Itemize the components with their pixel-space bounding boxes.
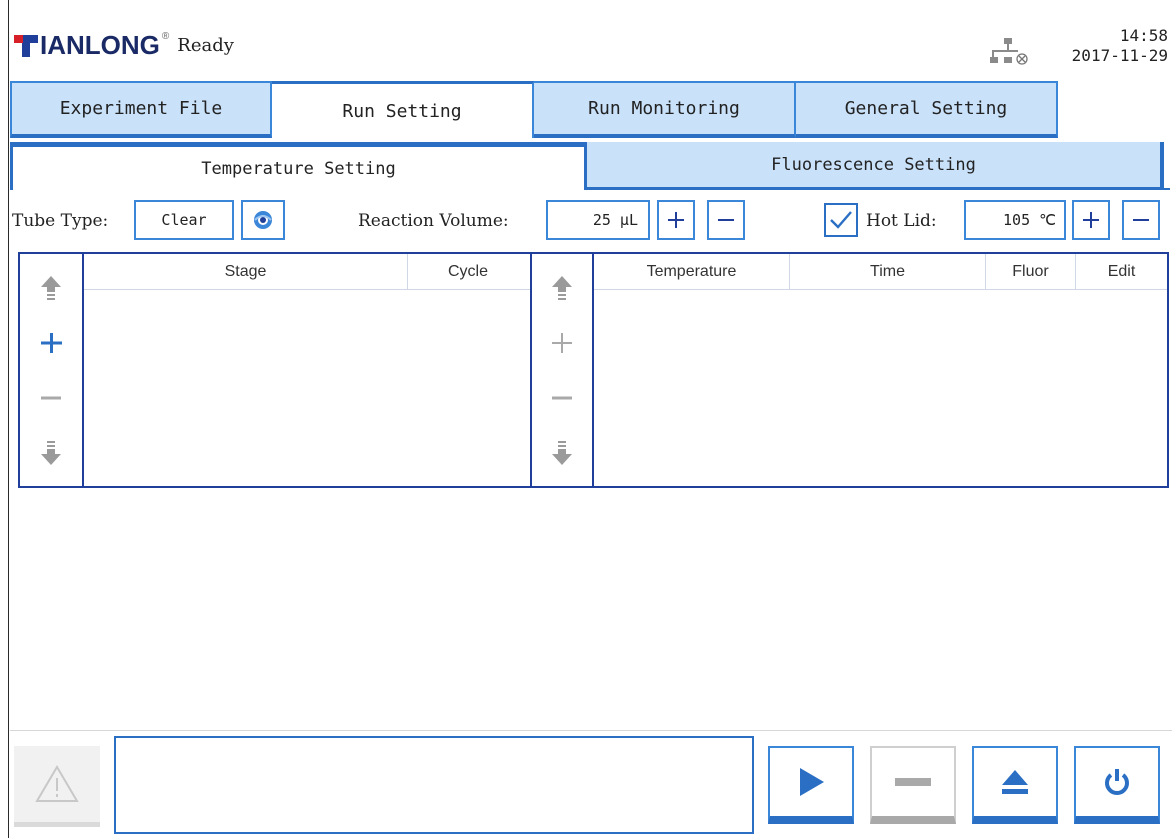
eject-button[interactable] — [972, 746, 1058, 824]
play-icon — [800, 768, 824, 796]
hot-lid-label: Hot Lid: — [866, 211, 937, 231]
network-disconnected-icon — [990, 36, 1030, 66]
stop-icon — [895, 778, 931, 786]
step-table: Temperature Time Fluor Edit — [592, 252, 1169, 488]
tab-underline — [1164, 188, 1170, 190]
plus-icon — [668, 212, 684, 228]
remove-stage-button[interactable] — [33, 380, 69, 416]
tab-fluorescence-setting[interactable]: Fluorescence Setting — [587, 142, 1164, 190]
tab-experiment-file[interactable]: Experiment File — [10, 81, 272, 138]
minus-icon — [718, 219, 734, 221]
step-toolbar — [530, 252, 594, 488]
run-button[interactable] — [768, 746, 854, 824]
tab-run-monitoring[interactable]: Run Monitoring — [534, 81, 796, 138]
warning-icon — [35, 765, 79, 802]
hot-lid-temperature-field[interactable]: 105 ℃ — [964, 200, 1066, 240]
move-stage-up-button[interactable] — [33, 270, 69, 306]
tube-type-select-button[interactable] — [241, 200, 285, 240]
logo-mark — [14, 33, 38, 57]
stage-panel: Stage Cycle — [18, 252, 532, 488]
lid-temp-increase-button[interactable] — [1072, 200, 1110, 240]
step-table-header: Temperature Time Fluor Edit — [594, 254, 1167, 290]
power-button[interactable] — [1074, 746, 1160, 824]
brand-logo: IANLONG ® Ready — [14, 30, 234, 60]
tab-temperature-setting[interactable]: Temperature Setting — [10, 142, 587, 190]
add-step-button[interactable] — [544, 325, 580, 361]
tube-type-field[interactable]: Clear — [134, 200, 234, 240]
status-text: Ready — [177, 34, 234, 56]
registered-mark: ® — [161, 30, 170, 42]
clock-time: 14:58 — [1119, 26, 1168, 45]
arrow-up-icon — [41, 275, 61, 300]
volume-decrease-button[interactable] — [707, 200, 745, 240]
clock: 14:58 2017-11-29 — [1050, 26, 1168, 66]
column-header-time[interactable]: Time — [790, 254, 986, 289]
tab-general-setting[interactable]: General Setting — [796, 81, 1058, 138]
checkmark-icon — [830, 211, 852, 229]
plus-icon — [552, 332, 572, 353]
arrow-up-icon — [552, 275, 572, 300]
volume-increase-button[interactable] — [657, 200, 695, 240]
minus-icon — [1133, 219, 1149, 221]
main-tabs: Experiment File Run Setting Run Monitori… — [10, 81, 1058, 138]
tab-run-setting[interactable]: Run Setting — [272, 81, 534, 138]
tube-type-label: Tube Type: — [12, 211, 109, 231]
stop-button[interactable] — [870, 746, 956, 824]
power-icon — [1105, 769, 1129, 795]
brand-name: IANLONG — [40, 29, 160, 60]
move-step-down-button[interactable] — [544, 435, 580, 471]
minus-icon — [552, 396, 572, 399]
clock-date: 2017-11-29 — [1071, 46, 1168, 65]
bottom-divider — [10, 730, 1172, 731]
lid-temp-decrease-button[interactable] — [1122, 200, 1160, 240]
eject-icon — [1002, 770, 1028, 794]
column-header-temperature[interactable]: Temperature — [594, 254, 790, 289]
remove-step-button[interactable] — [544, 380, 580, 416]
warning-button[interactable] — [14, 746, 100, 827]
reaction-volume-label: Reaction Volume: — [358, 211, 509, 231]
stage-table: Stage Cycle — [84, 254, 530, 486]
column-header-cycle[interactable]: Cycle — [408, 254, 528, 289]
column-header-fluor[interactable]: Fluor — [986, 254, 1076, 289]
add-stage-button[interactable] — [33, 325, 69, 361]
reaction-volume-field[interactable]: 25 μL — [546, 200, 650, 240]
stage-table-header: Stage Cycle — [84, 254, 530, 290]
hot-lid-checkbox[interactable] — [824, 203, 858, 237]
eye-icon — [254, 211, 272, 229]
column-header-edit[interactable]: Edit — [1076, 254, 1167, 289]
move-stage-down-button[interactable] — [33, 435, 69, 471]
column-header-stage[interactable]: Stage — [84, 254, 408, 289]
message-box — [114, 736, 754, 834]
stage-toolbar — [20, 254, 84, 486]
plus-icon — [1083, 212, 1099, 228]
arrow-down-icon — [552, 440, 572, 465]
minus-icon — [41, 396, 61, 399]
plus-icon — [41, 332, 62, 353]
move-step-up-button[interactable] — [544, 270, 580, 306]
sub-tabs: Temperature Setting Fluorescence Setting — [10, 142, 1164, 190]
arrow-down-icon — [41, 440, 61, 465]
